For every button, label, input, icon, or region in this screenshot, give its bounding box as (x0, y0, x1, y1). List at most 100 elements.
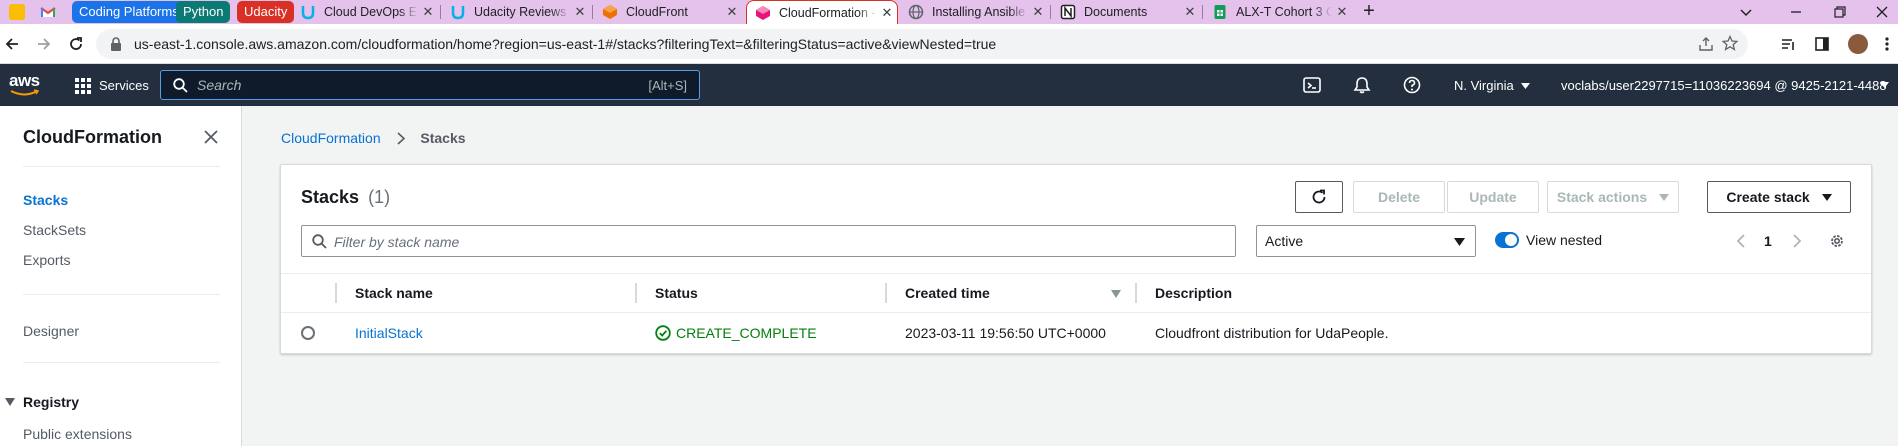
search-shortcut-hint: [Alt+S] (648, 78, 687, 93)
aws-logo[interactable]: aws (9, 71, 41, 98)
account-menu[interactable]: voclabs/user2297715=11036223694 @ 9425-2… (1561, 78, 1887, 93)
side-nav-exports[interactable]: Exports (23, 252, 70, 268)
caret-down-icon (1520, 82, 1530, 89)
notifications-bell-icon[interactable] (1353, 76, 1371, 94)
console-search-input[interactable] (197, 75, 597, 95)
panel-heading: Stacks (1) (301, 187, 390, 208)
chevron-down-icon[interactable] (1738, 4, 1754, 20)
caret-down-icon[interactable] (5, 398, 15, 406)
browser-tab[interactable]: CloudFront ✕ (594, 0, 742, 24)
services-menu[interactable]: Services (99, 78, 149, 93)
delete-button[interactable]: Delete (1353, 181, 1445, 213)
close-icon[interactable]: ✕ (1180, 4, 1200, 20)
caret-down-icon[interactable] (1880, 82, 1889, 88)
tab-title: CloudFront (626, 5, 688, 19)
create-stack-label: Create stack (1726, 189, 1810, 205)
help-icon[interactable] (1403, 76, 1421, 94)
caret-down-icon (1454, 238, 1465, 246)
panel-title: Stacks (301, 187, 360, 207)
refresh-button[interactable] (1295, 181, 1343, 213)
breadcrumb-cloudformation[interactable]: CloudFormation (281, 130, 381, 146)
create-stack-button[interactable]: Create stack (1707, 181, 1851, 213)
page-number[interactable]: 1 (1764, 233, 1772, 249)
column-header-stack-name[interactable]: Stack name (355, 285, 433, 301)
side-nav-designer[interactable]: Designer (23, 323, 79, 339)
close-icon[interactable]: ✕ (722, 4, 742, 20)
side-nav-stacks[interactable]: Stacks (23, 192, 68, 208)
side-nav-public-extensions[interactable]: Public extensions (23, 426, 132, 442)
udacity-icon (300, 4, 316, 20)
chevron-right-icon (396, 132, 405, 145)
browser-tab[interactable]: Cloud DevOps Engineer ✕ (292, 0, 438, 24)
region-selector[interactable]: N. Virginia (1454, 78, 1530, 93)
services-grid-icon[interactable] (75, 78, 91, 94)
lock-icon[interactable] (110, 37, 122, 51)
browser-tab[interactable]: ALX-T Cohort 3 Connect ✕ (1204, 0, 1352, 24)
browser-tab[interactable]: Installing Ansible — Ansible ✕ (900, 0, 1048, 24)
status-text: CREATE_COMPLETE (676, 325, 817, 341)
restore-icon[interactable] (1832, 4, 1848, 20)
cloudshell-icon[interactable] (1303, 76, 1321, 94)
bookmark-udacity[interactable]: Udacity (237, 1, 295, 23)
stack-actions-label: Stack actions (1556, 189, 1648, 205)
profile-avatar[interactable] (1848, 34, 1868, 54)
close-icon[interactable]: ✕ (1332, 4, 1352, 20)
back-icon[interactable] (4, 36, 20, 52)
gmail-icon[interactable] (40, 4, 56, 20)
chevron-left-icon[interactable] (1737, 234, 1745, 248)
column-header-description[interactable]: Description (1155, 285, 1232, 301)
close-icon[interactable] (204, 130, 218, 144)
bookmark-star-icon[interactable] (1722, 35, 1738, 51)
browser-tab-active[interactable]: CloudFormation - Stacks ✕ (746, 0, 898, 24)
column-header-status[interactable]: Status (655, 285, 698, 301)
update-button[interactable]: Update (1447, 181, 1539, 213)
forward-icon[interactable] (36, 36, 52, 52)
tab-title: Documents (1084, 5, 1148, 19)
stack-filter[interactable] (301, 225, 1236, 257)
stack-filter-input[interactable] (334, 232, 1214, 252)
stack-actions-button[interactable]: Stack actions (1547, 181, 1679, 213)
stack-description: Cloudfront distribution for UdaPeople. (1155, 325, 1389, 341)
status-badge: CREATE_COMPLETE (655, 325, 817, 341)
side-nav-registry[interactable]: Registry (23, 394, 79, 410)
reload-icon[interactable] (68, 36, 84, 52)
close-icon[interactable]: ✕ (570, 4, 590, 20)
url-text: us-east-1.console.aws.amazon.com/cloudfo… (134, 36, 997, 52)
side-nav-stacksets[interactable]: StackSets (23, 222, 86, 238)
settings-gear-icon[interactable] (1829, 233, 1845, 249)
stack-name-link[interactable]: InitialStack (355, 325, 423, 341)
region-label: N. Virginia (1454, 78, 1514, 93)
share-icon[interactable] (1698, 36, 1714, 52)
chevron-right-icon[interactable] (1793, 234, 1801, 248)
bookmark-coding-platforms[interactable]: Coding Platforms (72, 1, 186, 23)
close-window-icon[interactable] (1874, 4, 1890, 20)
view-nested-label: View nested (1526, 232, 1603, 248)
search-icon (173, 78, 188, 93)
side-panel-icon[interactable] (1814, 36, 1830, 52)
address-bar[interactable]: us-east-1.console.aws.amazon.com/cloudfo… (96, 29, 1748, 59)
tab-title: Installing Ansible — Ansible (932, 5, 1028, 19)
console-search-box[interactable]: [Alt+S] (160, 70, 700, 100)
extension-icon[interactable] (9, 4, 25, 20)
column-header-created-time[interactable]: Created time (905, 285, 990, 301)
browser-tab[interactable]: Udacity Reviews ✕ (442, 0, 590, 24)
row-select-radio[interactable] (301, 326, 315, 340)
new-tab-button[interactable]: + (1356, 0, 1382, 24)
aws-cloudfront-icon (602, 4, 618, 20)
caret-down-icon (1821, 193, 1832, 201)
close-icon[interactable]: ✕ (1028, 4, 1048, 20)
reading-list-icon[interactable] (1780, 36, 1796, 52)
view-nested-toggle[interactable] (1495, 232, 1519, 248)
side-navigation: CloudFormation Stacks StackSets Exports … (0, 106, 242, 446)
close-icon[interactable]: ✕ (418, 4, 438, 20)
bookmark-python[interactable]: Python (176, 1, 231, 23)
caret-down-icon (1659, 193, 1670, 201)
browser-tab[interactable]: Documents ✕ (1052, 0, 1200, 24)
minimize-icon[interactable] (1788, 4, 1804, 20)
close-icon[interactable]: ✕ (877, 5, 897, 21)
more-menu-icon[interactable] (1884, 36, 1890, 52)
table-row[interactable]: InitialStack CREATE_COMPLETE 2023-03-11 … (281, 313, 1871, 353)
sort-descending-icon[interactable] (1111, 290, 1121, 298)
side-nav-title[interactable]: CloudFormation (23, 127, 162, 148)
status-filter-select[interactable]: Active (1256, 225, 1476, 257)
